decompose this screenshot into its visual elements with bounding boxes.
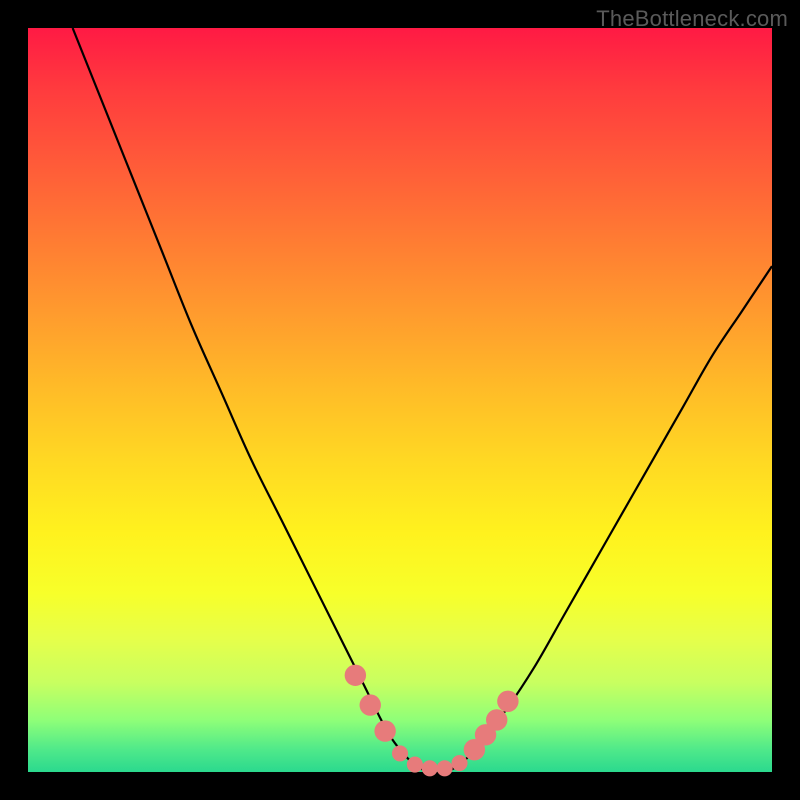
curve-marker <box>497 691 518 712</box>
curve-marker <box>451 755 467 771</box>
curve-layer <box>28 28 772 772</box>
bottleneck-curve <box>73 28 772 773</box>
watermark-text: TheBottleneck.com <box>596 6 788 32</box>
curve-marker <box>486 709 507 730</box>
curve-marker <box>437 760 453 776</box>
curve-marker <box>392 745 408 761</box>
curve-marker <box>374 720 395 741</box>
curve-marker <box>422 760 438 776</box>
curve-markers <box>345 665 519 777</box>
curve-marker <box>407 757 423 773</box>
curve-marker <box>345 665 366 686</box>
outer-frame: TheBottleneck.com <box>0 0 800 800</box>
curve-marker <box>360 694 381 715</box>
